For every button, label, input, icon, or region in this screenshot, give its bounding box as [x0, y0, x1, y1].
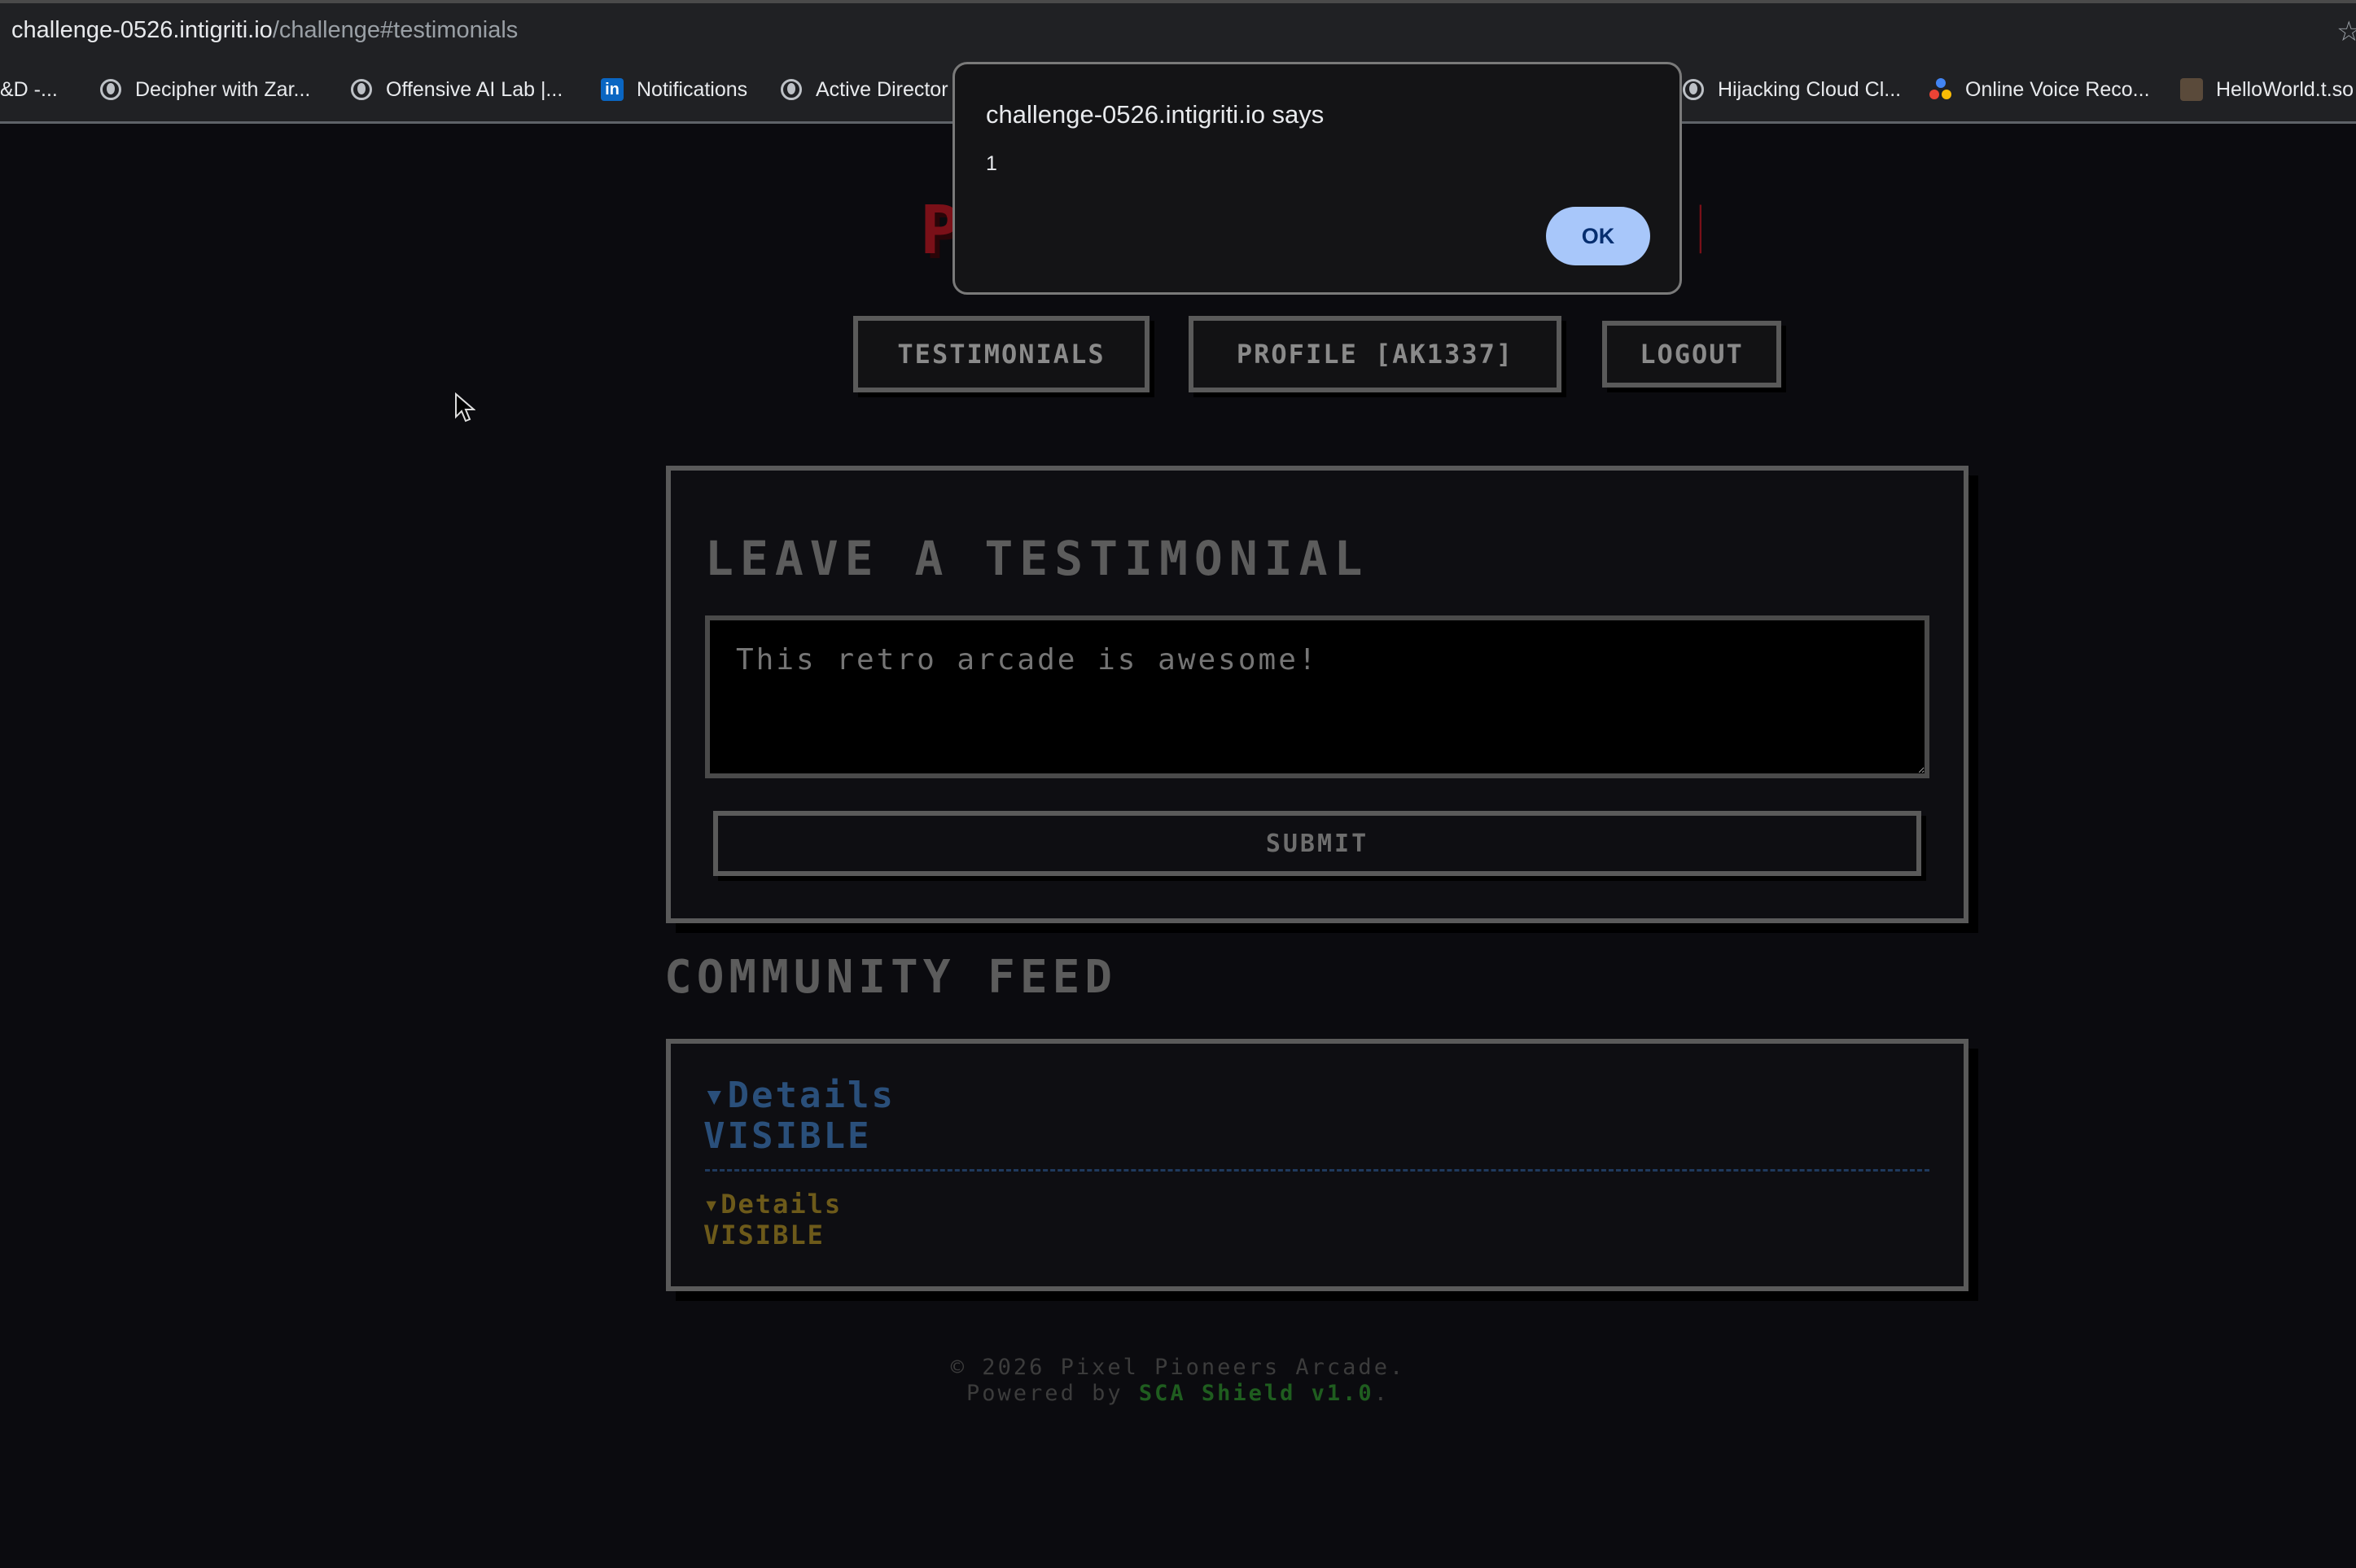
bookmark-item[interactable]: &D -...	[0, 57, 58, 122]
community-feed-title: COMMUNITY FEED	[664, 951, 1118, 1004]
nav-logout-button[interactable]: LOGOUT	[1602, 321, 1781, 388]
feed-entry-details-summary[interactable]: ▾Details	[703, 1189, 842, 1220]
globe-icon	[350, 78, 373, 101]
alert-dialog: challenge-0526.intigriti.io says 1 OK	[952, 62, 1682, 295]
bookmark-label: HelloWorld.t.so	[2216, 77, 2354, 101]
footer-shield-label: SCA Shield v1.0	[1138, 1381, 1374, 1406]
url-path: /challenge#testimonials	[272, 16, 519, 43]
footer-powered-label: Powered by	[966, 1381, 1123, 1406]
dialog-ok-button[interactable]: OK	[1546, 207, 1650, 265]
bookmark-label: Offensive AI Lab |...	[386, 77, 563, 101]
nav-profile-button[interactable]: PROFILE [AK1337]	[1189, 316, 1561, 392]
testimonial-input[interactable]	[705, 615, 1929, 778]
google-dots-icon	[1929, 78, 1952, 101]
feed-entry-details-summary[interactable]: ▾Details	[703, 1075, 896, 1116]
bookmark-label: Notifications	[637, 77, 748, 101]
dialog-title: challenge-0526.intigriti.io says	[986, 100, 1325, 129]
bookmark-label: Online Voice Reco...	[1965, 77, 2150, 101]
dialog-message: 1	[986, 152, 997, 175]
bookmark-item[interactable]: Decipher with Zar...	[99, 57, 310, 122]
mouse-cursor-icon	[455, 392, 475, 423]
linkedin-icon: in	[601, 78, 624, 101]
bookmark-item[interactable]: HelloWorld.t.so	[2180, 57, 2354, 122]
footer-period: .	[1373, 1381, 1390, 1406]
globe-icon	[99, 78, 122, 101]
submit-button[interactable]: SUBMIT	[713, 811, 1921, 876]
bookmark-label: Decipher with Zar...	[135, 77, 311, 101]
bookmark-star-icon[interactable]: ☆	[2336, 18, 2356, 46]
globe-icon	[1682, 78, 1705, 101]
bookmark-label: Active Director	[816, 77, 948, 101]
testimonial-form-title: LEAVE A TESTIMONIAL	[705, 531, 1369, 586]
feed-entry-text: VISIBLE	[703, 1220, 825, 1250]
bookmark-item[interactable]: Active Director	[780, 57, 948, 122]
url-host: challenge-0526.intigriti.io	[11, 16, 273, 43]
footer-powered-by: Powered by SCA Shield v1.0.	[0, 1381, 2356, 1406]
bookmark-item[interactable]: Offensive AI Lab |...	[350, 57, 563, 122]
feed-entry-text: VISIBLE	[703, 1115, 872, 1157]
bookmark-item[interactable]: Online Voice Reco...	[1929, 57, 2150, 122]
bookmark-item[interactable]: Hijacking Cloud Cl...	[1682, 57, 1901, 122]
footer-copyright: © 2026 Pixel Pioneers Arcade.	[950, 1355, 1406, 1380]
nav-testimonials-button[interactable]: TESTIMONIALS	[853, 316, 1150, 392]
bookmark-item[interactable]: in Notifications	[601, 57, 747, 122]
bookmark-label: &D -...	[0, 77, 58, 101]
bookmark-label: Hijacking Cloud Cl...	[1718, 77, 1902, 101]
favicon-image	[2180, 78, 2203, 101]
feed-divider	[705, 1169, 1929, 1172]
address-bar[interactable]: challenge-0526.intigriti.io/challenge#te…	[0, 0, 2356, 57]
globe-icon	[780, 78, 803, 101]
